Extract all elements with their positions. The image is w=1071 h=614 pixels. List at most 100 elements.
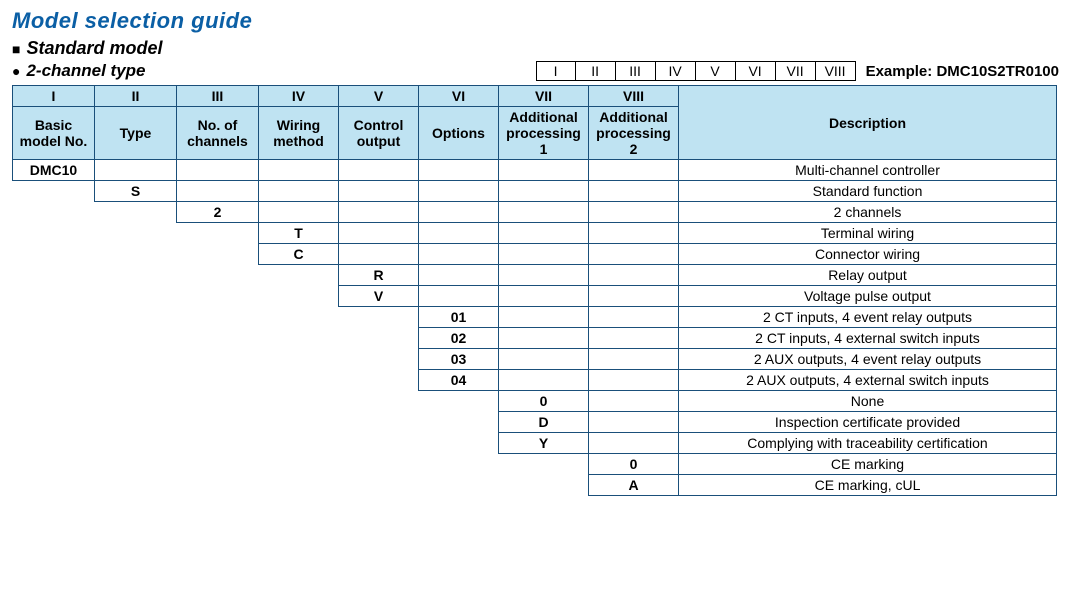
- table-row: 0None: [13, 391, 1057, 412]
- empty-cell: [339, 160, 419, 181]
- selection-table: I II III IV V VI VII VIII Description Ba…: [12, 85, 1057, 496]
- blank-cell: [259, 391, 339, 412]
- empty-cell: [419, 265, 499, 286]
- empty-cell: [589, 286, 679, 307]
- blank-cell: [13, 244, 95, 265]
- th-r1-6: VI: [419, 86, 499, 107]
- empty-cell: [259, 181, 339, 202]
- empty-cell: [339, 223, 419, 244]
- empty-cell: [499, 307, 589, 328]
- blank-cell: [95, 412, 177, 433]
- th-r1-5: V: [339, 86, 419, 107]
- table-row: SStandard function: [13, 181, 1057, 202]
- desc-cell: Inspection certificate provided: [679, 412, 1057, 433]
- blank-cell: [177, 475, 259, 496]
- blank-cell: [13, 265, 95, 286]
- blank-cell: [177, 307, 259, 328]
- empty-cell: [589, 181, 679, 202]
- empty-cell: [339, 244, 419, 265]
- table-row: T Terminal wiring: [13, 223, 1057, 244]
- empty-cell: [499, 223, 589, 244]
- square-bullet-icon: ■: [12, 41, 20, 57]
- blank-cell: [419, 412, 499, 433]
- th-r2-6: Options: [419, 107, 499, 160]
- blank-cell: [95, 349, 177, 370]
- blank-cell: [177, 391, 259, 412]
- code-cell: 03: [419, 349, 499, 370]
- blank-cell: [419, 391, 499, 412]
- empty-cell: [499, 349, 589, 370]
- empty-cell: [339, 202, 419, 223]
- th-r2-5: Control output: [339, 107, 419, 160]
- desc-cell: Terminal wiring: [679, 223, 1057, 244]
- blank-cell: [13, 328, 95, 349]
- empty-cell: [499, 265, 589, 286]
- blank-cell: [259, 265, 339, 286]
- empty-cell: [499, 244, 589, 265]
- empty-cell: [499, 181, 589, 202]
- empty-cell: [177, 181, 259, 202]
- code-cell: Y: [499, 433, 589, 454]
- blank-cell: [95, 286, 177, 307]
- blank-cell: [419, 433, 499, 454]
- code-cell: S: [95, 181, 177, 202]
- blank-cell: [339, 391, 419, 412]
- blank-cell: [177, 454, 259, 475]
- table-row: 022 CT inputs, 4 external switch inputs: [13, 328, 1057, 349]
- blank-cell: [13, 286, 95, 307]
- table-row: DMC10Multi-channel controller: [13, 160, 1057, 181]
- th-r2-2: Type: [95, 107, 177, 160]
- empty-cell: [589, 160, 679, 181]
- th-r2-8: Additional processing 2: [589, 107, 679, 160]
- blank-cell: [95, 265, 177, 286]
- code-cell: T: [259, 223, 339, 244]
- empty-cell: [499, 202, 589, 223]
- blank-cell: [177, 244, 259, 265]
- empty-cell: [589, 202, 679, 223]
- code-cell: 0: [499, 391, 589, 412]
- blank-cell: [339, 307, 419, 328]
- empty-cell: [419, 244, 499, 265]
- code-cell: C: [259, 244, 339, 265]
- blank-cell: [259, 433, 339, 454]
- empty-cell: [589, 328, 679, 349]
- blank-cell: [95, 433, 177, 454]
- table-row: 0CE marking: [13, 454, 1057, 475]
- empty-cell: [589, 244, 679, 265]
- th-r1-3: III: [177, 86, 259, 107]
- blank-cell: [95, 307, 177, 328]
- blank-cell: [499, 475, 589, 496]
- table-row: Y Complying with traceability certificati…: [13, 433, 1057, 454]
- empty-cell: [499, 160, 589, 181]
- blank-cell: [13, 475, 95, 496]
- blank-cell: [95, 328, 177, 349]
- blank-cell: [499, 454, 589, 475]
- desc-cell: 2 channels: [679, 202, 1057, 223]
- empty-cell: [589, 349, 679, 370]
- blank-cell: [339, 433, 419, 454]
- blank-cell: [13, 181, 95, 202]
- blank-cell: [339, 454, 419, 475]
- code-cell: 01: [419, 307, 499, 328]
- blank-cell: [95, 475, 177, 496]
- desc-cell: CE marking, cUL: [679, 475, 1057, 496]
- empty-cell: [419, 223, 499, 244]
- empty-cell: [589, 370, 679, 391]
- blank-cell: [13, 223, 95, 244]
- blank-cell: [419, 454, 499, 475]
- table-body: DMC10Multi-channel controllerSStandard f…: [13, 160, 1057, 496]
- empty-cell: [499, 370, 589, 391]
- subtitle-standard: Standard model: [26, 38, 162, 59]
- table-row: ACE marking, cUL: [13, 475, 1057, 496]
- desc-cell: 2 AUX outputs, 4 external switch inputs: [679, 370, 1057, 391]
- th-r1-1: I: [13, 86, 95, 107]
- blank-cell: [177, 265, 259, 286]
- example-label: Example: DMC10S2TR0100: [866, 63, 1059, 80]
- blank-cell: [13, 370, 95, 391]
- blank-cell: [259, 412, 339, 433]
- desc-cell: Complying with traceability certificatio…: [679, 433, 1057, 454]
- blank-cell: [339, 349, 419, 370]
- blank-cell: [13, 391, 95, 412]
- blank-cell: [13, 349, 95, 370]
- table-row: CConnector wiring: [13, 244, 1057, 265]
